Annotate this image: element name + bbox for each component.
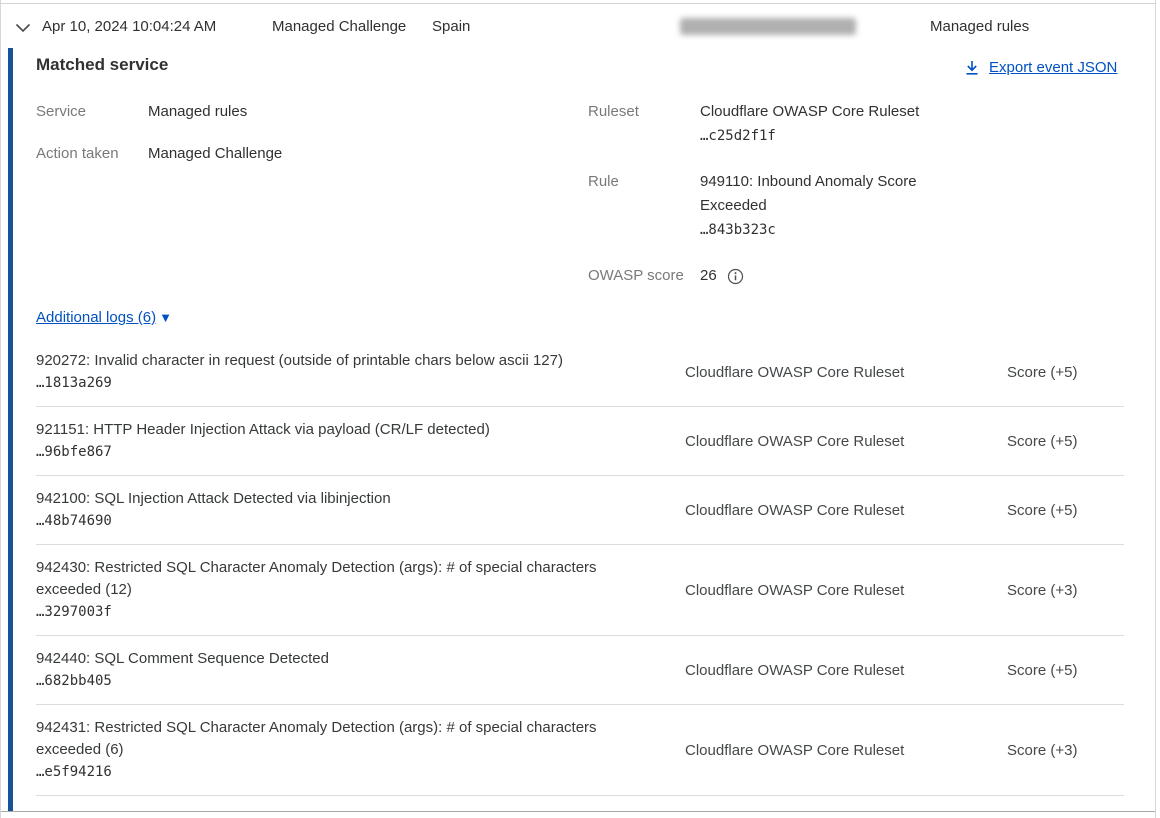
log-score: Score (+5) bbox=[1007, 502, 1124, 519]
expanded-row-accent-bar bbox=[8, 48, 13, 811]
log-score: Score (+3) bbox=[1007, 742, 1124, 759]
log-id-hash: …96bfe867 bbox=[36, 441, 685, 463]
action-taken-field: Action taken Managed Challenge bbox=[36, 142, 496, 165]
log-ruleset: Cloudflare OWASP Core Ruleset bbox=[685, 433, 1007, 450]
log-ruleset: Cloudflare OWASP Core Ruleset bbox=[685, 364, 1007, 381]
log-description: 942100: SQL Injection Attack Detected vi… bbox=[36, 488, 628, 510]
rule-id-hash: …843b323c bbox=[700, 218, 940, 242]
additional-logs-label: Additional logs (6) bbox=[36, 309, 156, 326]
log-description: 942431: Restricted SQL Character Anomaly… bbox=[36, 717, 628, 761]
table-left-border bbox=[0, 0, 1, 818]
download-icon bbox=[964, 59, 980, 76]
ruleset-value: Cloudflare OWASP Core Ruleset bbox=[700, 100, 940, 124]
log-id-hash: …1813a269 bbox=[36, 372, 685, 394]
log-score: Score (+5) bbox=[1007, 662, 1124, 679]
log-row: 921151: HTTP Header Injection Attack via… bbox=[36, 407, 1124, 476]
redacted-host-value bbox=[680, 18, 856, 35]
event-country: Spain bbox=[432, 18, 470, 35]
log-row: 942100: SQL Injection Attack Detected vi… bbox=[36, 476, 1124, 545]
service-field: Service Managed rules bbox=[36, 100, 496, 123]
ruleset-field: Ruleset Cloudflare OWASP Core Ruleset …c… bbox=[588, 100, 948, 148]
event-service: Managed rules bbox=[930, 18, 1029, 35]
ruleset-id-hash: …c25d2f1f bbox=[700, 124, 940, 148]
service-value: Managed rules bbox=[148, 100, 247, 123]
log-ruleset: Cloudflare OWASP Core Ruleset bbox=[685, 502, 1007, 519]
rule-fields: Ruleset Cloudflare OWASP Core Ruleset …c… bbox=[588, 100, 948, 310]
log-description: 921151: HTTP Header Injection Attack via… bbox=[36, 419, 628, 441]
panel-title: Matched service bbox=[36, 55, 168, 75]
rule-value: 949110: Inbound Anomaly Score Exceeded bbox=[700, 170, 940, 218]
rule-field: Rule 949110: Inbound Anomaly Score Excee… bbox=[588, 170, 948, 242]
log-id-hash: …48b74690 bbox=[36, 510, 685, 532]
action-taken-label: Action taken bbox=[36, 142, 148, 165]
log-ruleset: Cloudflare OWASP Core Ruleset bbox=[685, 742, 1007, 759]
owasp-score-label: OWASP score bbox=[588, 264, 700, 288]
matched-service-fields: Service Managed rules Action taken Manag… bbox=[36, 100, 496, 184]
event-timestamp: Apr 10, 2024 10:04:24 AM bbox=[42, 18, 216, 35]
additional-logs-list: 920272: Invalid character in request (ou… bbox=[36, 338, 1124, 796]
action-taken-value: Managed Challenge bbox=[148, 142, 282, 165]
log-row: 942431: Restricted SQL Character Anomaly… bbox=[36, 705, 1124, 796]
log-id-hash: …3297003f bbox=[36, 601, 685, 623]
rule-label: Rule bbox=[588, 170, 700, 242]
log-ruleset: Cloudflare OWASP Core Ruleset bbox=[685, 582, 1007, 599]
service-label: Service bbox=[36, 100, 148, 123]
event-summary-row[interactable]: Apr 10, 2024 10:04:24 AM Managed Challen… bbox=[1, 4, 1155, 48]
additional-logs-toggle[interactable]: Additional logs (6) ▼ bbox=[36, 309, 172, 326]
log-row: 942430: Restricted SQL Character Anomaly… bbox=[36, 545, 1124, 636]
event-action: Managed Challenge bbox=[272, 18, 406, 35]
log-id-hash: …682bb405 bbox=[36, 670, 685, 692]
log-row: 942440: SQL Comment Sequence Detected …6… bbox=[36, 636, 1124, 705]
log-score: Score (+5) bbox=[1007, 364, 1124, 381]
owasp-score-field: OWASP score 26 bbox=[588, 264, 948, 288]
row-bottom-border bbox=[1, 811, 1155, 812]
ruleset-label: Ruleset bbox=[588, 100, 700, 148]
chevron-down-icon[interactable] bbox=[15, 23, 31, 33]
log-id-hash: …e5f94216 bbox=[36, 761, 685, 783]
log-description: 942440: SQL Comment Sequence Detected bbox=[36, 648, 628, 670]
caret-down-icon: ▼ bbox=[159, 311, 172, 324]
log-row: 920272: Invalid character in request (ou… bbox=[36, 338, 1124, 407]
log-score: Score (+5) bbox=[1007, 433, 1124, 450]
info-icon[interactable] bbox=[727, 268, 744, 285]
log-ruleset: Cloudflare OWASP Core Ruleset bbox=[685, 662, 1007, 679]
owasp-score-value: 26 bbox=[700, 264, 717, 288]
export-event-json-link[interactable]: Export event JSON bbox=[964, 59, 1117, 76]
firewall-event-detail: Apr 10, 2024 10:04:24 AM Managed Challen… bbox=[0, 0, 1160, 818]
export-link-label: Export event JSON bbox=[989, 59, 1117, 76]
table-right-border bbox=[1155, 0, 1156, 818]
log-description: 942430: Restricted SQL Character Anomaly… bbox=[36, 557, 628, 601]
log-score: Score (+3) bbox=[1007, 582, 1124, 599]
log-description: 920272: Invalid character in request (ou… bbox=[36, 350, 628, 372]
